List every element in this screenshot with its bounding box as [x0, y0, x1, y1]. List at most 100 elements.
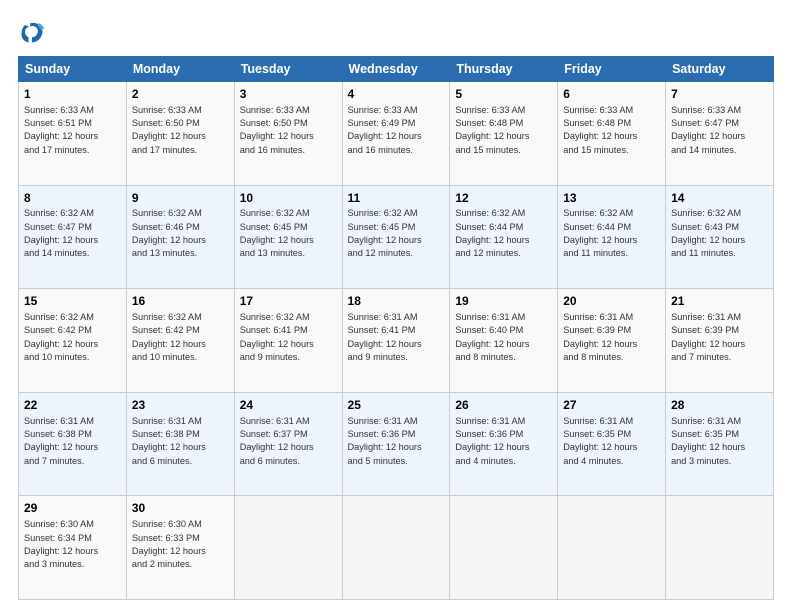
calendar-cell: 2Sunrise: 6:33 AM Sunset: 6:50 PM Daylig… [126, 82, 234, 186]
day-header-monday: Monday [126, 57, 234, 82]
day-number: 10 [240, 190, 337, 207]
calendar-cell: 15Sunrise: 6:32 AM Sunset: 6:42 PM Dayli… [19, 289, 127, 393]
calendar-cell: 28Sunrise: 6:31 AM Sunset: 6:35 PM Dayli… [666, 392, 774, 496]
day-number: 30 [132, 500, 229, 517]
page: SundayMondayTuesdayWednesdayThursdayFrid… [0, 0, 792, 612]
day-info: Sunrise: 6:33 AM Sunset: 6:51 PM Dayligh… [24, 104, 121, 157]
calendar-cell: 22Sunrise: 6:31 AM Sunset: 6:38 PM Dayli… [19, 392, 127, 496]
day-header-thursday: Thursday [450, 57, 558, 82]
day-number: 25 [348, 397, 445, 414]
day-number: 16 [132, 293, 229, 310]
day-number: 9 [132, 190, 229, 207]
calendar-cell: 18Sunrise: 6:31 AM Sunset: 6:41 PM Dayli… [342, 289, 450, 393]
day-header-saturday: Saturday [666, 57, 774, 82]
logo [18, 18, 50, 46]
day-number: 27 [563, 397, 660, 414]
day-info: Sunrise: 6:31 AM Sunset: 6:38 PM Dayligh… [132, 415, 229, 468]
day-info: Sunrise: 6:31 AM Sunset: 6:37 PM Dayligh… [240, 415, 337, 468]
day-info: Sunrise: 6:31 AM Sunset: 6:35 PM Dayligh… [563, 415, 660, 468]
day-number: 1 [24, 86, 121, 103]
day-header-sunday: Sunday [19, 57, 127, 82]
calendar-cell: 29Sunrise: 6:30 AM Sunset: 6:34 PM Dayli… [19, 496, 127, 600]
day-number: 24 [240, 397, 337, 414]
calendar-cell: 1Sunrise: 6:33 AM Sunset: 6:51 PM Daylig… [19, 82, 127, 186]
day-info: Sunrise: 6:31 AM Sunset: 6:40 PM Dayligh… [455, 311, 552, 364]
calendar-cell: 24Sunrise: 6:31 AM Sunset: 6:37 PM Dayli… [234, 392, 342, 496]
day-info: Sunrise: 6:32 AM Sunset: 6:44 PM Dayligh… [455, 207, 552, 260]
calendar-cell [234, 496, 342, 600]
calendar-cell: 10Sunrise: 6:32 AM Sunset: 6:45 PM Dayli… [234, 185, 342, 289]
day-number: 29 [24, 500, 121, 517]
day-number: 2 [132, 86, 229, 103]
day-number: 5 [455, 86, 552, 103]
day-header-friday: Friday [558, 57, 666, 82]
day-info: Sunrise: 6:32 AM Sunset: 6:42 PM Dayligh… [24, 311, 121, 364]
calendar-cell [558, 496, 666, 600]
day-info: Sunrise: 6:33 AM Sunset: 6:49 PM Dayligh… [348, 104, 445, 157]
calendar-week-4: 22Sunrise: 6:31 AM Sunset: 6:38 PM Dayli… [19, 392, 774, 496]
calendar-cell: 13Sunrise: 6:32 AM Sunset: 6:44 PM Dayli… [558, 185, 666, 289]
day-info: Sunrise: 6:32 AM Sunset: 6:47 PM Dayligh… [24, 207, 121, 260]
day-number: 11 [348, 190, 445, 207]
day-info: Sunrise: 6:33 AM Sunset: 6:47 PM Dayligh… [671, 104, 768, 157]
day-info: Sunrise: 6:30 AM Sunset: 6:34 PM Dayligh… [24, 518, 121, 571]
calendar-week-5: 29Sunrise: 6:30 AM Sunset: 6:34 PM Dayli… [19, 496, 774, 600]
calendar-cell: 21Sunrise: 6:31 AM Sunset: 6:39 PM Dayli… [666, 289, 774, 393]
calendar: SundayMondayTuesdayWednesdayThursdayFrid… [18, 56, 774, 600]
day-info: Sunrise: 6:31 AM Sunset: 6:38 PM Dayligh… [24, 415, 121, 468]
day-info: Sunrise: 6:32 AM Sunset: 6:44 PM Dayligh… [563, 207, 660, 260]
calendar-cell: 23Sunrise: 6:31 AM Sunset: 6:38 PM Dayli… [126, 392, 234, 496]
calendar-cell: 16Sunrise: 6:32 AM Sunset: 6:42 PM Dayli… [126, 289, 234, 393]
day-info: Sunrise: 6:31 AM Sunset: 6:41 PM Dayligh… [348, 311, 445, 364]
day-number: 26 [455, 397, 552, 414]
calendar-cell: 7Sunrise: 6:33 AM Sunset: 6:47 PM Daylig… [666, 82, 774, 186]
day-info: Sunrise: 6:33 AM Sunset: 6:48 PM Dayligh… [563, 104, 660, 157]
calendar-cell: 26Sunrise: 6:31 AM Sunset: 6:36 PM Dayli… [450, 392, 558, 496]
calendar-cell: 6Sunrise: 6:33 AM Sunset: 6:48 PM Daylig… [558, 82, 666, 186]
calendar-cell: 30Sunrise: 6:30 AM Sunset: 6:33 PM Dayli… [126, 496, 234, 600]
day-number: 7 [671, 86, 768, 103]
calendar-cell: 19Sunrise: 6:31 AM Sunset: 6:40 PM Dayli… [450, 289, 558, 393]
day-number: 23 [132, 397, 229, 414]
day-number: 15 [24, 293, 121, 310]
day-info: Sunrise: 6:31 AM Sunset: 6:39 PM Dayligh… [671, 311, 768, 364]
day-number: 12 [455, 190, 552, 207]
calendar-cell: 11Sunrise: 6:32 AM Sunset: 6:45 PM Dayli… [342, 185, 450, 289]
day-info: Sunrise: 6:30 AM Sunset: 6:33 PM Dayligh… [132, 518, 229, 571]
day-number: 19 [455, 293, 552, 310]
day-info: Sunrise: 6:33 AM Sunset: 6:50 PM Dayligh… [132, 104, 229, 157]
calendar-week-3: 15Sunrise: 6:32 AM Sunset: 6:42 PM Dayli… [19, 289, 774, 393]
day-info: Sunrise: 6:32 AM Sunset: 6:45 PM Dayligh… [240, 207, 337, 260]
day-info: Sunrise: 6:33 AM Sunset: 6:48 PM Dayligh… [455, 104, 552, 157]
calendar-week-2: 8Sunrise: 6:32 AM Sunset: 6:47 PM Daylig… [19, 185, 774, 289]
day-number: 17 [240, 293, 337, 310]
day-number: 18 [348, 293, 445, 310]
calendar-cell [666, 496, 774, 600]
day-info: Sunrise: 6:31 AM Sunset: 6:35 PM Dayligh… [671, 415, 768, 468]
day-number: 28 [671, 397, 768, 414]
logo-icon [18, 18, 46, 46]
calendar-header-row: SundayMondayTuesdayWednesdayThursdayFrid… [19, 57, 774, 82]
calendar-cell: 20Sunrise: 6:31 AM Sunset: 6:39 PM Dayli… [558, 289, 666, 393]
calendar-cell: 9Sunrise: 6:32 AM Sunset: 6:46 PM Daylig… [126, 185, 234, 289]
calendar-cell: 27Sunrise: 6:31 AM Sunset: 6:35 PM Dayli… [558, 392, 666, 496]
day-number: 8 [24, 190, 121, 207]
day-number: 4 [348, 86, 445, 103]
day-info: Sunrise: 6:31 AM Sunset: 6:39 PM Dayligh… [563, 311, 660, 364]
day-info: Sunrise: 6:31 AM Sunset: 6:36 PM Dayligh… [455, 415, 552, 468]
calendar-cell: 5Sunrise: 6:33 AM Sunset: 6:48 PM Daylig… [450, 82, 558, 186]
day-number: 3 [240, 86, 337, 103]
day-number: 13 [563, 190, 660, 207]
day-header-wednesday: Wednesday [342, 57, 450, 82]
day-header-tuesday: Tuesday [234, 57, 342, 82]
day-number: 20 [563, 293, 660, 310]
calendar-cell: 14Sunrise: 6:32 AM Sunset: 6:43 PM Dayli… [666, 185, 774, 289]
calendar-cell: 25Sunrise: 6:31 AM Sunset: 6:36 PM Dayli… [342, 392, 450, 496]
day-info: Sunrise: 6:32 AM Sunset: 6:42 PM Dayligh… [132, 311, 229, 364]
day-number: 6 [563, 86, 660, 103]
day-number: 21 [671, 293, 768, 310]
day-info: Sunrise: 6:31 AM Sunset: 6:36 PM Dayligh… [348, 415, 445, 468]
calendar-cell: 17Sunrise: 6:32 AM Sunset: 6:41 PM Dayli… [234, 289, 342, 393]
day-info: Sunrise: 6:32 AM Sunset: 6:41 PM Dayligh… [240, 311, 337, 364]
day-info: Sunrise: 6:32 AM Sunset: 6:45 PM Dayligh… [348, 207, 445, 260]
